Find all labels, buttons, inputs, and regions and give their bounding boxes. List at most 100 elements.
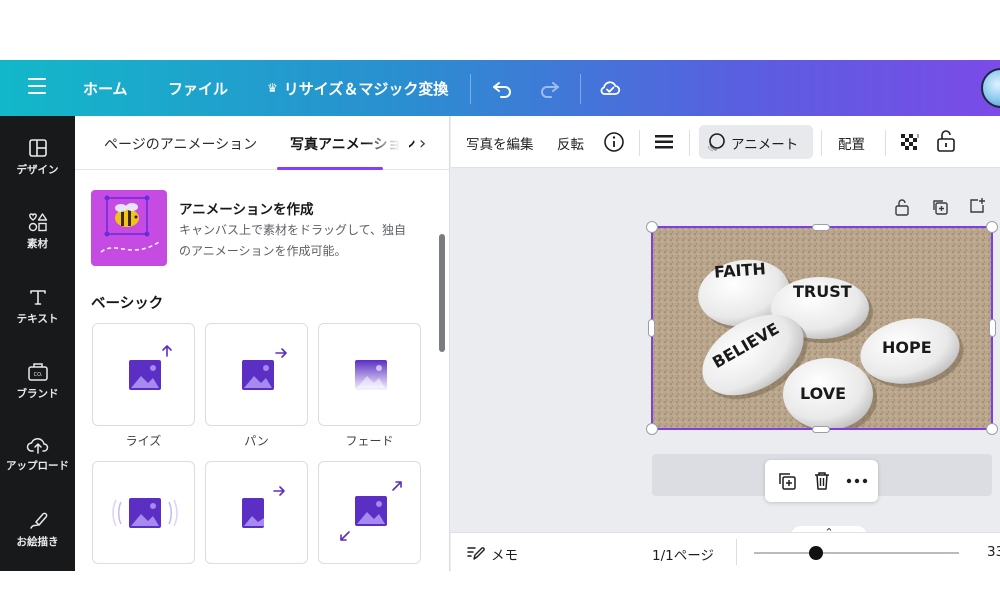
- selection-outline: [651, 226, 993, 430]
- rise-preview-icon: [129, 345, 172, 390]
- divider: [689, 130, 690, 156]
- page-indicator[interactable]: 1/1ページ: [652, 544, 714, 564]
- resize-handle-top[interactable]: [812, 224, 830, 231]
- nav-resize[interactable]: ♛ リサイズ＆マジック変換: [267, 60, 448, 116]
- rail-item-text[interactable]: テキスト: [0, 287, 75, 326]
- wipe-preview-icon: [112, 498, 178, 528]
- active-tab-indicator: [277, 167, 383, 170]
- duplicate-icon[interactable]: [777, 471, 797, 491]
- divider: [470, 74, 471, 104]
- card-label-pan: パン: [244, 434, 269, 448]
- nav-file[interactable]: ファイル: [168, 60, 228, 116]
- animate-label: アニメート: [731, 137, 799, 153]
- rail-label: アップロード: [6, 460, 69, 472]
- animation-panel: ページのアニメーション 写真アニメーション › アニメーションを作成 キャンバス…: [75, 116, 450, 571]
- text-icon: [29, 290, 46, 305]
- info-icon[interactable]: [603, 131, 625, 153]
- animate-icon: [707, 133, 725, 152]
- lock-page-icon[interactable]: [894, 198, 910, 216]
- rail-label: お絵描き: [16, 536, 59, 548]
- rail-item-elements[interactable]: 素材: [0, 212, 75, 251]
- notes-icon[interactable]: [466, 544, 486, 562]
- animation-card-6[interactable]: [318, 461, 421, 564]
- animation-promo-thumbnail[interactable]: [91, 190, 167, 266]
- resize-handle-left[interactable]: [648, 319, 655, 337]
- rail-item-draw[interactable]: お絵描き: [0, 510, 75, 549]
- resize-handle-bottom-left[interactable]: [646, 423, 658, 435]
- rail-label: 素材: [27, 238, 48, 250]
- edit-photo-button[interactable]: 写真を編集: [466, 133, 534, 153]
- animation-card-pan[interactable]: [205, 323, 308, 426]
- animation-card-4[interactable]: [92, 461, 195, 564]
- top-bar: ホーム ファイル ♛ リサイズ＆マジック変換: [0, 60, 1000, 116]
- promo-title: アニメーションを作成: [179, 202, 314, 218]
- card-label-fade: フェード: [345, 434, 394, 448]
- unlock-icon[interactable]: [935, 129, 957, 153]
- duplicate-page-icon[interactable]: [931, 198, 949, 216]
- card-label-rise: ライズ: [125, 434, 162, 448]
- canvas-area[interactable]: FAITH TRUST BELIEVE HOPE LOVE: [451, 168, 1000, 540]
- nav-resize-label: リサイズ＆マジック変換: [283, 79, 449, 98]
- section-title-basic: ベーシック: [91, 296, 164, 312]
- zoom-value[interactable]: 33: [987, 544, 1000, 560]
- divider: [885, 130, 886, 156]
- fade-preview-icon: [355, 360, 387, 390]
- notes-button[interactable]: メモ: [491, 544, 518, 564]
- resize-handle-top-left[interactable]: [646, 221, 658, 233]
- rail-item-upload[interactable]: アップロード: [0, 434, 75, 473]
- bottom-bar: メモ 1/1ページ 33: [451, 532, 1000, 571]
- position-button[interactable]: 配置: [838, 133, 865, 153]
- context-toolbar: 写真を編集 反転 アニメート 配置: [451, 116, 1000, 168]
- rail-label: テキスト: [16, 313, 59, 325]
- panel-tabs: ページのアニメーション 写真アニメーション ›: [75, 116, 450, 170]
- redo-icon[interactable]: [538, 76, 562, 100]
- panel-scrollbar[interactable]: [439, 234, 445, 352]
- rail-label: ブランド: [16, 388, 59, 400]
- resize-handle-bottom-right[interactable]: [986, 423, 998, 435]
- divider: [639, 130, 640, 156]
- promo-desc-line: のアニメーションを作成可能。: [179, 244, 347, 258]
- nav-home[interactable]: ホーム: [83, 60, 128, 116]
- brand-icon: CO.: [27, 363, 48, 381]
- pan-preview-icon: [242, 348, 287, 390]
- promo-description: キャンバス上で素材をドラッグして、独自 のアニメーションを作成可能。: [179, 220, 429, 262]
- crown-icon: ♛: [267, 81, 278, 95]
- divider: [736, 539, 737, 565]
- cloud-saved-icon[interactable]: [598, 76, 622, 100]
- floating-toolbar: [765, 460, 878, 502]
- rail-item-brand[interactable]: CO. ブランド: [0, 360, 75, 401]
- draw-icon: [29, 512, 47, 529]
- app-window: ホーム ファイル ♛ リサイズ＆マジック変換 デザイン 素材 テキスト CO. …: [0, 60, 1000, 571]
- upload-icon: [26, 437, 48, 454]
- animation-card-fade[interactable]: [318, 323, 421, 426]
- chevron-right-icon[interactable]: ›: [419, 133, 426, 154]
- avatar[interactable]: [981, 68, 1000, 108]
- more-options-icon[interactable]: [846, 478, 868, 484]
- add-page-icon[interactable]: [968, 197, 986, 215]
- animation-card-5[interactable]: [205, 461, 308, 564]
- flip-button[interactable]: 反転: [557, 133, 584, 153]
- divider: [580, 74, 581, 104]
- divider: [821, 130, 822, 156]
- zoom-slider-track[interactable]: [754, 552, 959, 554]
- transparency-icon[interactable]: [899, 132, 921, 154]
- tab-page-animation[interactable]: ページのアニメーション: [104, 134, 257, 154]
- menu-icon[interactable]: [28, 78, 46, 94]
- baseline-preview-icon: [242, 486, 285, 528]
- animate-button[interactable]: アニメート: [699, 125, 813, 159]
- rail-label: デザイン: [16, 164, 59, 176]
- elements-icon: [28, 213, 47, 232]
- border-style-icon[interactable]: [653, 132, 675, 152]
- rail-item-design[interactable]: デザイン: [0, 138, 75, 177]
- undo-icon[interactable]: [490, 76, 514, 100]
- svg-text:CO.: CO.: [33, 372, 42, 378]
- left-rail: デザイン 素材 テキスト CO. ブランド アップロード お絵描き: [0, 116, 75, 571]
- resize-handle-bottom[interactable]: [812, 426, 830, 433]
- design-icon: [28, 139, 47, 157]
- resize-handle-top-right[interactable]: [986, 221, 998, 233]
- animation-card-rise[interactable]: [92, 323, 195, 426]
- zoom-slider-knob[interactable]: [809, 546, 823, 560]
- resize-handle-right[interactable]: [989, 319, 996, 337]
- zoom-preview-icon: [340, 481, 402, 541]
- trash-icon[interactable]: [812, 470, 832, 492]
